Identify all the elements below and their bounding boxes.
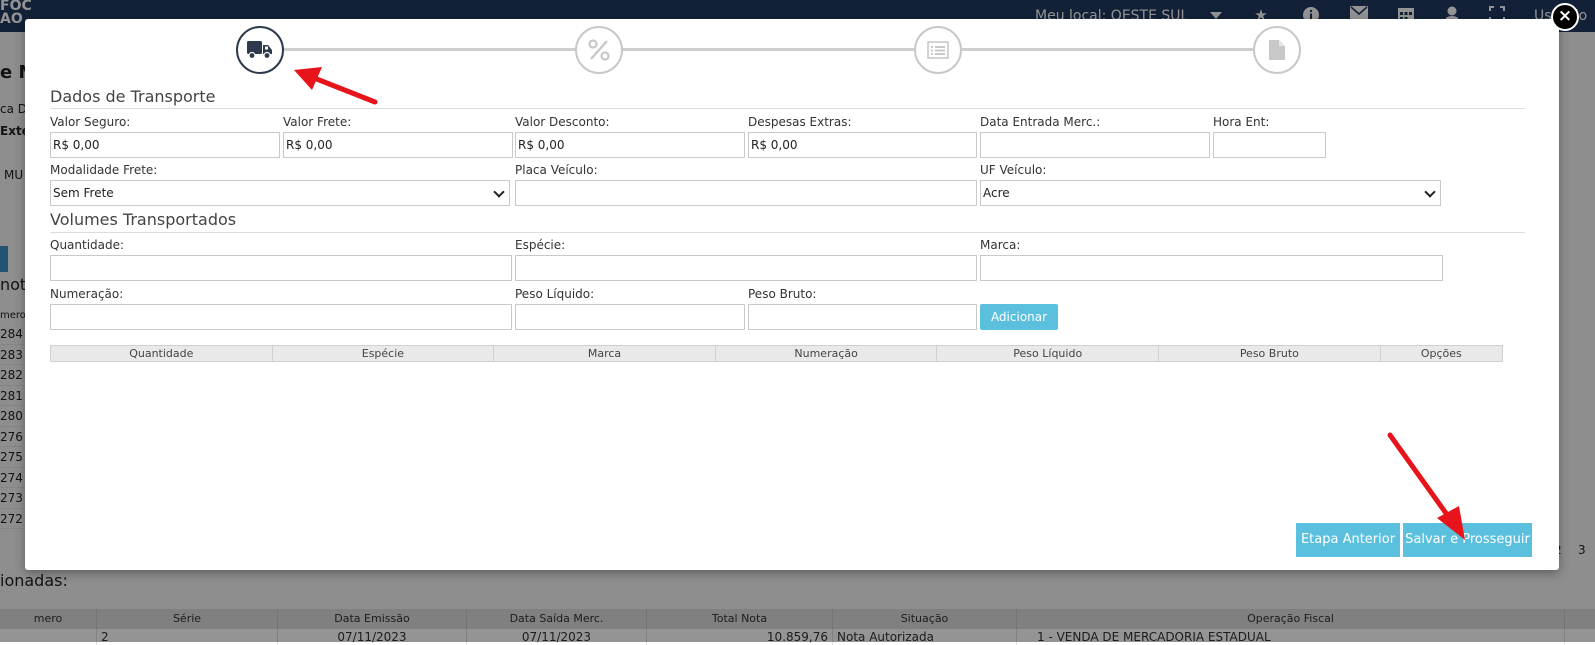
- insurance-value-input[interactable]: R$ 0,00: [50, 132, 280, 158]
- entry-time-label: Hora Ent:: [1213, 115, 1270, 129]
- gross-weight-input[interactable]: [748, 304, 977, 330]
- discount-label: Valor Desconto:: [515, 115, 610, 129]
- document-icon: [1269, 40, 1285, 60]
- freight-mode-value: Sem Frete: [53, 186, 114, 200]
- gross-weight-label: Peso Bruto:: [748, 287, 817, 301]
- step-finish[interactable]: [1253, 26, 1301, 74]
- vehicle-state-value: Acre: [983, 186, 1010, 200]
- vehicle-state-label: UF Veículo:: [980, 163, 1047, 177]
- transport-section-title: Dados de Transporte: [50, 87, 216, 106]
- save-and-continue-button[interactable]: Salvar e Prosseguir: [1403, 523, 1532, 557]
- quantity-input[interactable]: [50, 255, 512, 281]
- volumes-section-title: Volumes Transportados: [50, 210, 237, 229]
- freight-mode-label: Modalidade Frete:: [50, 163, 158, 177]
- entry-time-input[interactable]: [1213, 132, 1326, 158]
- freight-label: Valor Frete:: [283, 115, 352, 129]
- transport-modal: Dados de Transporte Valor Seguro: R$ 0,0…: [25, 19, 1559, 570]
- species-label: Espécie:: [515, 238, 566, 252]
- vehicle-plate-input[interactable]: [515, 180, 977, 206]
- net-weight-input[interactable]: [515, 304, 745, 330]
- chevron-down-icon: [493, 186, 505, 198]
- entry-date-label: Data Entrada Merc.:: [980, 115, 1101, 129]
- step-items[interactable]: [914, 26, 962, 74]
- freight-mode-select[interactable]: Sem Frete: [50, 180, 510, 206]
- table-header-cell[interactable]: Peso Líquido: [937, 346, 1160, 361]
- percent-icon: [588, 39, 610, 61]
- add-volume-button[interactable]: Adicionar: [980, 304, 1058, 330]
- step-connector: [961, 48, 1257, 51]
- table-header-cell[interactable]: Espécie: [273, 346, 495, 361]
- net-weight-label: Peso Líquido:: [515, 287, 595, 301]
- wizard-stepper: [25, 19, 1559, 79]
- step-connector: [622, 48, 918, 51]
- section-divider: [50, 108, 1525, 109]
- chevron-down-icon: [1424, 186, 1436, 198]
- extra-expenses-input[interactable]: R$ 0,00: [748, 132, 977, 158]
- brand-input[interactable]: [980, 255, 1443, 281]
- species-input[interactable]: [515, 255, 977, 281]
- vehicle-plate-label: Placa Veículo:: [515, 163, 598, 177]
- table-header-cell[interactable]: Marca: [494, 346, 716, 361]
- entry-date-input[interactable]: [980, 132, 1210, 158]
- numbering-label: Numeração:: [50, 287, 124, 301]
- quantity-label: Quantidade:: [50, 238, 125, 252]
- table-header-cell[interactable]: Peso Bruto: [1159, 346, 1381, 361]
- modal-close-button[interactable]: ×: [1551, 3, 1579, 31]
- volumes-table-header: Quantidade Espécie Marca Numeração Peso …: [50, 345, 1503, 362]
- previous-step-button[interactable]: Etapa Anterior: [1296, 523, 1400, 557]
- extra-expenses-label: Despesas Extras:: [748, 115, 852, 129]
- table-header-cell[interactable]: Quantidade: [51, 346, 273, 361]
- step-taxes[interactable]: [575, 26, 623, 74]
- insurance-label: Valor Seguro:: [50, 115, 131, 129]
- numbering-input[interactable]: [50, 304, 512, 330]
- brand-label: Marca:: [980, 238, 1021, 252]
- step-connector: [283, 48, 579, 51]
- step-transport[interactable]: [236, 26, 284, 74]
- list-icon: [927, 41, 949, 59]
- discount-value-input[interactable]: R$ 0,00: [515, 132, 745, 158]
- freight-value-input[interactable]: R$ 0,00: [283, 132, 513, 158]
- truck-icon: [247, 41, 272, 60]
- table-header-cell[interactable]: Opções: [1381, 346, 1502, 361]
- vehicle-state-select[interactable]: Acre: [980, 180, 1441, 206]
- table-header-cell[interactable]: Numeração: [716, 346, 938, 361]
- section-divider: [50, 232, 1525, 233]
